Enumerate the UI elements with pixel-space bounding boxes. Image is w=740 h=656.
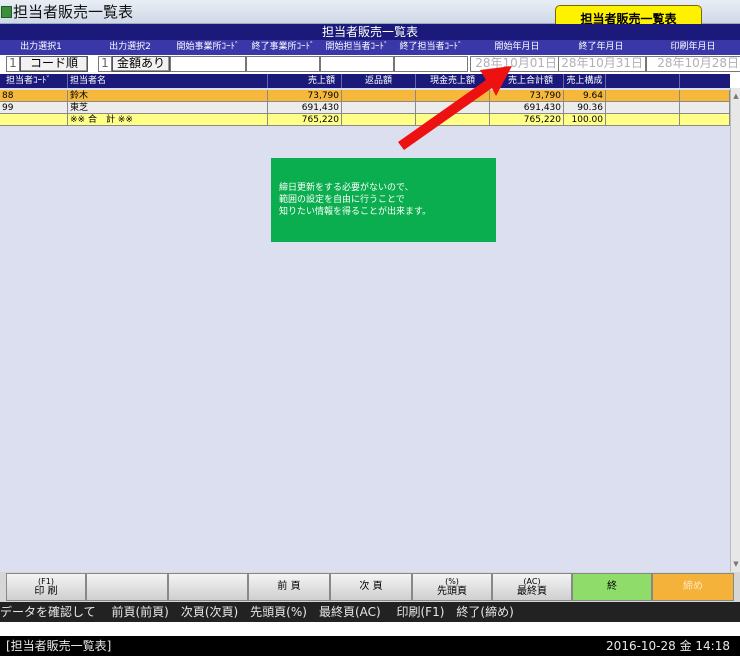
- param-header: 出力選択1: [20, 42, 62, 52]
- param-header: 開始担当者ｺｰﾄﾞ: [325, 42, 389, 52]
- empty-fkey[interactable]: [86, 573, 168, 601]
- status-screen-name: [担当者販売一覧表]: [6, 639, 112, 653]
- print-date-input[interactable]: 28年10月28日: [646, 56, 740, 72]
- select1-number[interactable]: 1: [6, 56, 20, 72]
- last-page-button[interactable]: (AC) 最終頁: [492, 573, 572, 601]
- cell-total: 691,430: [490, 102, 564, 114]
- cell-empty: [606, 114, 680, 126]
- param-header-row: 出力選択1 出力選択2 開始事業所ｺｰﾄﾞ 終了事業所ｺｰﾄﾞ 開始担当者ｺｰﾄ…: [0, 40, 740, 55]
- column-header: 売上額: [268, 74, 342, 88]
- cell-code: 88: [0, 90, 68, 102]
- cell-ratio: 9.64: [564, 90, 606, 102]
- column-header: [680, 74, 730, 88]
- param-header: 印刷年月日: [670, 42, 716, 52]
- select2-number[interactable]: 1: [98, 56, 112, 72]
- info-note: 締日更新をする必要がないので、 範囲の設定を自由に行うことで 知りたい情報を得る…: [271, 158, 496, 242]
- empty-fkey[interactable]: [168, 573, 248, 601]
- cell-empty: [680, 114, 730, 126]
- param-header: 開始事業所ｺｰﾄﾞ: [176, 42, 240, 52]
- select1-button[interactable]: コード順: [20, 56, 88, 72]
- note-line: 締日更新をする必要がないので、: [279, 183, 414, 193]
- last-label: 最終頁: [517, 586, 547, 597]
- start-staff-code-input[interactable]: [320, 56, 394, 72]
- status-bar: [担当者販売一覧表] 2016-10-28 金 14:18: [0, 636, 740, 656]
- table-row[interactable]: 88 鈴木 73,790 73,790 9.64: [0, 90, 730, 102]
- print-label: 印 刷: [34, 586, 58, 597]
- cell-returns: [342, 114, 416, 126]
- column-header: 売上構成: [564, 74, 606, 88]
- param-header: 終了担当者ｺｰﾄﾞ: [399, 42, 463, 52]
- cell-empty: [606, 102, 680, 114]
- cell-total: 765,220: [490, 114, 564, 126]
- window-title: 担当者販売一覧表: [13, 3, 134, 21]
- param-header: 出力選択2: [109, 42, 151, 52]
- cell-code: [0, 114, 68, 126]
- vertical-scrollbar[interactable]: ▲ ▼: [730, 88, 740, 572]
- select2-button[interactable]: 金額あり: [112, 56, 170, 72]
- column-header: [606, 74, 680, 88]
- cell-name: 東芝: [68, 102, 268, 114]
- guide-text: データを確認して 前頁(前頁) 次頁(次頁) 先頭頁(%) 最終頁(AC) 印刷…: [0, 602, 740, 622]
- column-header: 担当者名: [68, 74, 268, 88]
- cell-ratio: 100.00: [564, 114, 606, 126]
- end-staff-code-input[interactable]: [394, 56, 468, 72]
- end-office-code-input[interactable]: [246, 56, 320, 72]
- column-header: 担当者ｺｰﾄﾞ: [0, 74, 68, 88]
- param-header: 終了事業所ｺｰﾄﾞ: [251, 42, 315, 52]
- cell-returns: [342, 102, 416, 114]
- end-date-input[interactable]: 28年10月31日: [558, 56, 646, 72]
- param-value-row: 1 コード順 1 金額あり 28年10月01日 28年10月31日 28年10月…: [0, 55, 740, 72]
- cell-name: ※※ 合 計 ※※: [68, 114, 268, 126]
- table-header: 担当者ｺｰﾄﾞ 担当者名 売上額 返品額 現金売上額 売上合計額 売上構成: [0, 74, 730, 88]
- total-row[interactable]: ※※ 合 計 ※※ 765,220 765,220 100.00: [0, 114, 730, 126]
- screen-title: 担当者販売一覧表: [0, 24, 740, 40]
- cell-name: 鈴木: [68, 90, 268, 102]
- cell-ratio: 90.36: [564, 102, 606, 114]
- start-office-code-input[interactable]: [170, 56, 246, 72]
- cell-code: 99: [0, 102, 68, 114]
- scroll-up-icon[interactable]: ▲: [732, 92, 740, 100]
- status-datetime: 2016-10-28 金 14:18: [606, 639, 730, 653]
- scroll-down-icon[interactable]: ▼: [732, 560, 740, 568]
- cell-empty: [680, 90, 730, 102]
- next-page-button[interactable]: 次 頁: [330, 573, 412, 601]
- param-header: 終了年月日: [578, 42, 624, 52]
- note-line: 範囲の設定を自由に行うことで: [279, 195, 405, 205]
- note-line: 知りたい情報を得ることが出来ます。: [279, 207, 432, 217]
- cell-empty: [606, 90, 680, 102]
- first-label: 先頭頁: [437, 586, 467, 597]
- function-key-bar: (F1) 印 刷 前 頁 次 頁 (%) 先頭頁 (AC) 最終頁 終 締め: [0, 572, 740, 602]
- cell-empty: [680, 102, 730, 114]
- close-button[interactable]: 締め: [652, 573, 734, 601]
- param-header: 開始年月日: [494, 42, 540, 52]
- cell-sales: 691,430: [268, 102, 342, 114]
- cell-sales: 765,220: [268, 114, 342, 126]
- cell-sales: 73,790: [268, 90, 342, 102]
- app-icon: [1, 6, 12, 18]
- end-button[interactable]: 終: [572, 573, 652, 601]
- table-row[interactable]: 99 東芝 691,430 691,430 90.36: [0, 102, 730, 114]
- print-button[interactable]: (F1) 印 刷: [6, 573, 86, 601]
- prev-page-button[interactable]: 前 頁: [248, 573, 330, 601]
- red-arrow-icon: [398, 66, 512, 150]
- first-page-button[interactable]: (%) 先頭頁: [412, 573, 492, 601]
